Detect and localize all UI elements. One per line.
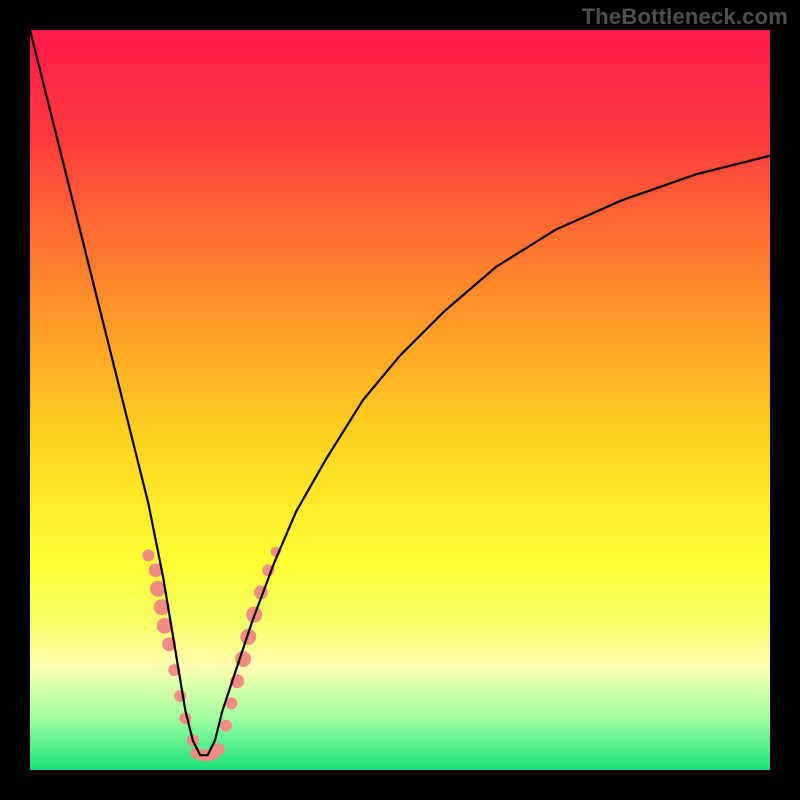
chart-frame: TheBottleneck.com [0,0,800,800]
watermark-text: TheBottleneck.com [582,4,788,30]
plot-area [30,30,770,770]
bottleneck-curve [30,30,770,755]
curve-layer [30,30,770,770]
scatter-point [142,549,154,561]
scatter-point [213,743,225,755]
scatter-point [220,720,232,732]
